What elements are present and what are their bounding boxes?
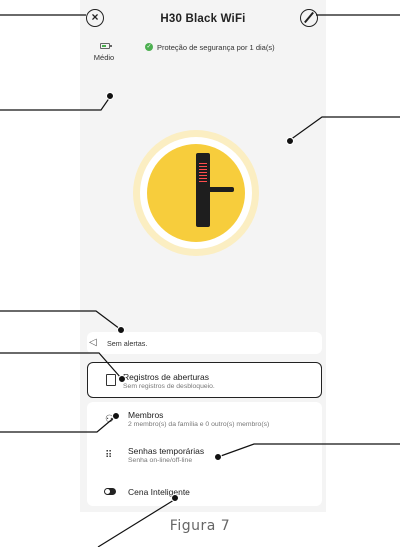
members-title: Membros: [128, 410, 164, 420]
members-icon: ⚇: [105, 414, 114, 425]
alerts-text: Sem alertas.: [107, 339, 148, 348]
smart-scene-title: Cena Inteligente: [128, 487, 190, 497]
device-title: H30 Black WiFi: [160, 13, 246, 25]
battery-icon: [100, 43, 112, 49]
security-status-text: Proteção de segurança por 1 dia(s): [157, 43, 275, 52]
edit-button[interactable]: [300, 9, 318, 27]
document-icon: [106, 374, 116, 386]
alerts-bar[interactable]: ◁ Sem alertas.: [87, 332, 322, 354]
close-button[interactable]: ×: [86, 9, 104, 27]
close-icon: ×: [91, 10, 99, 24]
temporary-passwords-title: Senhas temporárias: [128, 446, 205, 456]
speaker-icon: ◁: [89, 337, 97, 348]
members-item[interactable]: ⚇ Membros 2 membro(s) da família e 0 out…: [87, 404, 322, 438]
lock-handle-icon: [205, 187, 234, 192]
smart-scene-item[interactable]: Cena Inteligente: [87, 476, 322, 510]
figure: × H30 Black WiFi Médio ✓ Proteção de seg…: [0, 0, 400, 547]
records-title: Registros de aberturas: [123, 372, 209, 382]
members-subtitle: 2 membro(s) da família e 0 outro(s) memb…: [128, 421, 270, 428]
shield-check-icon: ✓: [145, 43, 153, 51]
records-item[interactable]: Registros de aberturas Sem registros de …: [87, 362, 322, 398]
battery-level-label: Médio: [93, 53, 115, 62]
keypad-icon: ⠿: [105, 450, 113, 461]
menu-list: ⚇ Membros 2 membro(s) da família e 0 out…: [87, 402, 322, 506]
records-subtitle: Sem registros de desbloqueio.: [123, 383, 215, 390]
figure-caption: Figura 7: [169, 518, 231, 534]
temporary-passwords-subtitle: Senha on-line/off-line: [128, 457, 193, 464]
app-header: × H30 Black WiFi: [80, 0, 326, 42]
toggle-icon: [104, 488, 116, 495]
temporary-passwords-item[interactable]: ⠿ Senhas temporárias Senha on-line/off-l…: [87, 440, 322, 474]
